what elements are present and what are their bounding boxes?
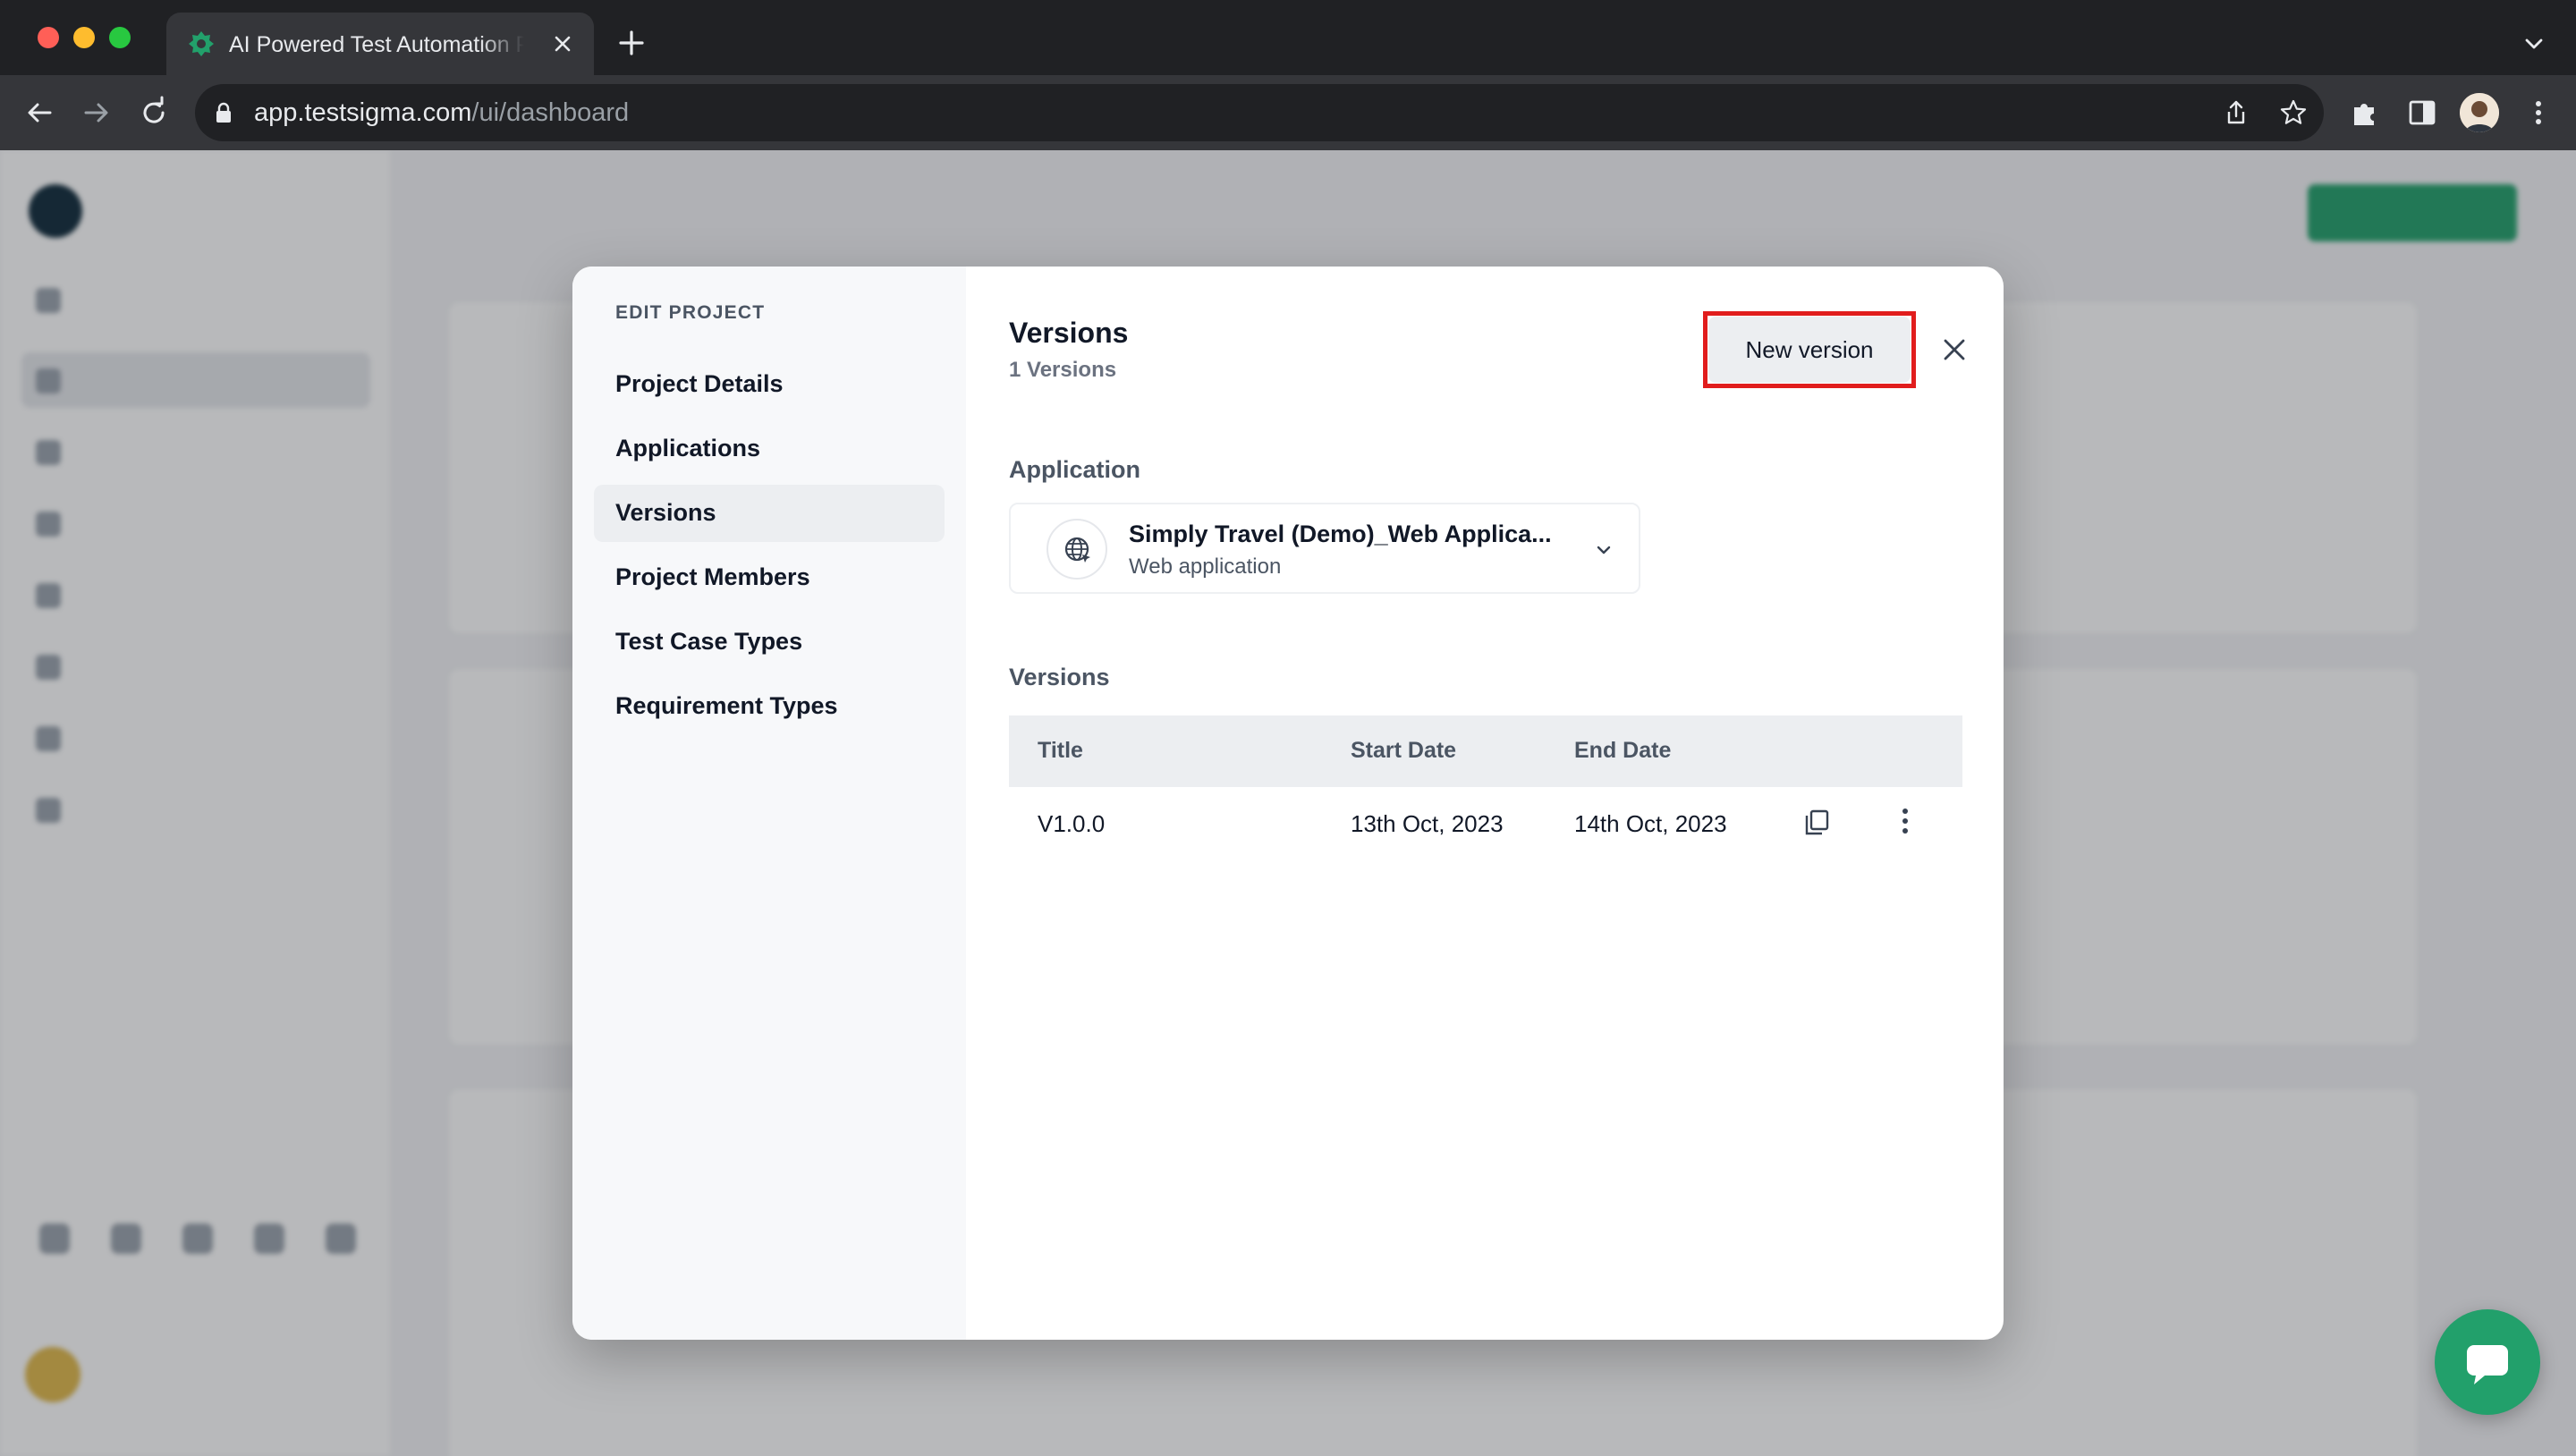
nav-item-project-details[interactable]: Project Details [594,356,945,413]
nav-item-label: Project Members [615,563,810,590]
browser-tab-active[interactable]: AI Powered Test Automation Platform [166,13,594,75]
modal-side-nav: EDIT PROJECT Project Details Application… [572,267,966,1340]
table-row[interactable]: V1.0.0 13th Oct, 2023 14th Oct, 2023 [1009,787,1962,860]
nav-item-label: Test Case Types [615,628,803,655]
column-header-title: Title [1038,738,1083,763]
reload-icon[interactable] [136,95,172,131]
application-label: Application [1009,456,1140,483]
nav-item-applications[interactable]: Applications [594,420,945,478]
bookmark-star-icon[interactable] [2279,98,2308,127]
copy-icon[interactable] [1803,808,1830,837]
extensions-puzzle-icon[interactable] [2349,97,2381,129]
globe-icon-wrap [1046,519,1107,580]
nav-item-project-members[interactable]: Project Members [594,549,945,606]
versions-count: 1 Versions [1009,358,1117,382]
tab-close-icon[interactable] [551,32,574,55]
back-arrow-icon[interactable] [21,95,57,131]
tab-title: AI Powered Test Automation Platform [229,32,524,57]
lock-icon [216,102,231,123]
browser-toolbar: app.testsigma.com/ui/dashboard [0,75,2576,150]
profile-avatar[interactable] [2460,93,2499,132]
version-title-cell: V1.0.0 [1038,810,1106,837]
window-maximize-button[interactable] [109,27,131,48]
versions-panel: Versions 1 Versions New version Applicat… [966,267,2004,1340]
versions-section-label: Versions [1009,664,1110,690]
nav-item-test-case-types[interactable]: Test Case Types [594,614,945,671]
end-date-cell: 14th Oct, 2023 [1574,810,1727,837]
forward-arrow-icon[interactable] [79,95,114,131]
application-type: Web application [1129,554,1282,579]
testsigma-favicon-icon [189,31,214,56]
table-header: Title Start Date End Date [1009,715,1962,787]
nav-item-versions[interactable]: Versions [594,485,945,542]
close-icon[interactable] [1941,336,1968,363]
nav-item-label: Requirement Types [615,692,838,719]
window-minimize-button[interactable] [73,27,95,48]
chat-icon [2467,1345,2508,1384]
nav-item-requirement-types[interactable]: Requirement Types [594,678,945,735]
nav-heading: EDIT PROJECT [615,302,766,323]
globe-icon [1064,537,1090,563]
panel-title: Versions [1009,317,1129,349]
side-panel-icon[interactable] [2406,97,2438,129]
address-bar[interactable]: app.testsigma.com/ui/dashboard [195,84,2324,141]
application-select[interactable]: Simply Travel (Demo)_Web Applica... Web … [1009,503,1640,594]
new-tab-plus-icon[interactable] [615,27,648,59]
browser-tab-bar: AI Powered Test Automation Platform [0,0,2576,75]
column-header-end-date: End Date [1574,738,1672,763]
chat-support-button[interactable] [2435,1309,2540,1415]
url-text: app.testsigma.com/ui/dashboard [254,98,630,127]
new-version-button[interactable]: New version [1708,317,1911,383]
more-options-icon[interactable] [1894,805,1916,837]
nav-item-label: Applications [615,435,761,461]
edit-project-modal: EDIT PROJECT Project Details Application… [572,267,2004,1340]
nav-item-label: Project Details [615,370,784,397]
column-header-start-date: Start Date [1351,738,1457,763]
tab-search-chevron-icon[interactable] [2522,32,2546,55]
window-close-button[interactable] [38,27,59,48]
chevron-down-icon [1597,546,1611,554]
start-date-cell: 13th Oct, 2023 [1351,810,1504,837]
application-name: Simply Travel (Demo)_Web Applica... [1129,521,1552,547]
nav-item-label: Versions [615,499,716,526]
share-icon[interactable] [2222,98,2250,127]
browser-menu-icon[interactable] [2522,97,2555,129]
person-avatar-icon [2460,93,2499,132]
